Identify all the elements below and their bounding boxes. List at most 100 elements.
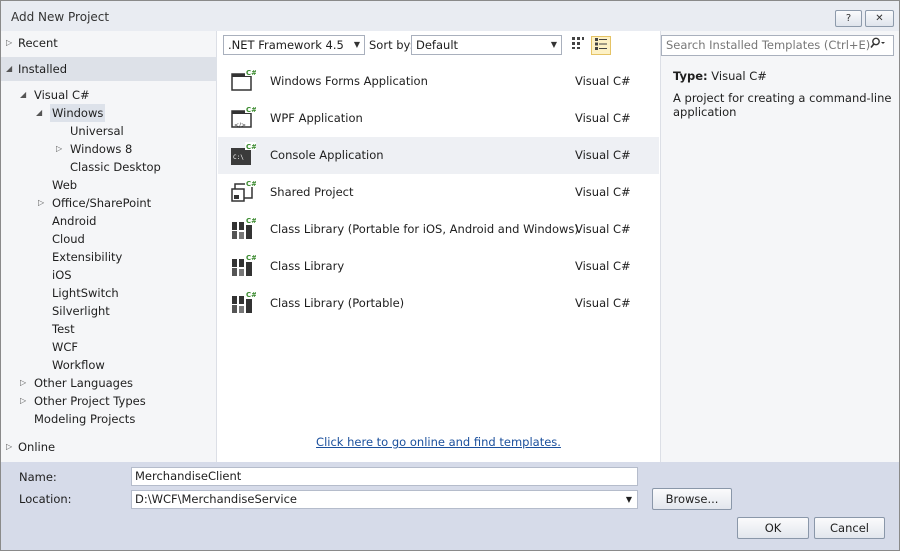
cancel-button[interactable]: Cancel [814,517,885,539]
framework-value: .NET Framework 4.5 [228,38,344,52]
tree-item-test[interactable]: Test [52,320,75,338]
tree-item-label: Test [52,322,75,336]
wpf-icon: </> C# [230,105,257,131]
tree-item-lightswitch[interactable]: LightSwitch [52,284,119,302]
template-row-wpf-application[interactable]: </> C# WPF Application Visual C# [218,100,659,137]
online-label: Online [18,440,56,454]
small-icons-view-icon[interactable] [568,36,588,55]
template-row-class-library-portable-for-ios-android-and-windows[interactable]: C# Class Library (Portable for iOS, Andro… [218,211,659,248]
tree-item-visual-c-[interactable]: ◢ Visual C# [20,86,90,104]
tree-item-label: WCF [52,340,79,354]
svg-text:C#: C# [246,69,256,77]
tree-item-modeling-projects[interactable]: Modeling Projects [34,410,135,428]
tree-item-web[interactable]: Web [52,176,77,194]
console-icon: C:\ C# [230,142,257,168]
tree-item-android[interactable]: Android [52,212,96,230]
tree-item-ios[interactable]: iOS [52,266,72,284]
svg-text:</>: </> [234,122,246,129]
chevron-down-icon: ▼ [625,495,632,504]
tree-item-windows-8[interactable]: ▷ Windows 8 [56,140,132,158]
tree-item-label: Web [52,178,78,192]
sort-dropdown[interactable]: Default ▼ [411,35,562,55]
windows-forms-icon: C# [230,68,257,94]
svg-text:C#: C# [246,180,256,188]
template-language: Visual C# [575,259,631,273]
template-tree-panel: ▷ Recent ◢ Installed ◢ Visual C# ◢ Windows U… [1,31,217,462]
tree-item-classic-desktop[interactable]: Classic Desktop [70,158,161,176]
template-language: Visual C# [575,74,631,88]
tree-item-other-languages[interactable]: ▷ Other Languages [20,374,133,392]
tree-item-label: Workflow [52,358,105,372]
expand-arrow-icon[interactable]: ▷ [38,194,44,212]
recent-label: Recent [18,36,58,50]
help-button[interactable]: ? [835,10,862,27]
expand-arrow-icon[interactable]: ▷ [20,392,26,410]
tree-item-label: Cloud [52,232,85,246]
tree-item-label: Classic Desktop [70,160,161,174]
template-row-shared-project[interactable]: C# Shared Project Visual C# [218,174,659,211]
class-library-icon: C# [230,216,257,242]
template-row-console-application[interactable]: C:\ C# Console Application Visual C# [218,137,659,174]
tree-item-label: Modeling Projects [34,412,136,426]
framework-dropdown[interactable]: .NET Framework 4.5 ▼ [223,35,365,55]
name-label: Name: [19,470,57,484]
template-name: Windows Forms Application [270,74,428,88]
tree-item-extensibility[interactable]: Extensibility [52,248,122,266]
collapse-arrow-icon[interactable]: ◢ [36,104,42,122]
details-view-icon[interactable] [591,36,611,55]
tree-item-office-sharepoint[interactable]: ▷ Office/SharePoint [38,194,152,212]
browse-button[interactable]: Browse... [652,488,732,510]
search-icon[interactable] [869,36,885,55]
tree-item-workflow[interactable]: Workflow [52,356,105,374]
tree-item-label: Silverlight [52,304,110,318]
collapse-arrow-icon: ◢ [6,64,13,73]
template-language: Visual C# [575,296,631,310]
template-row-windows-forms-application[interactable]: C# Windows Forms Application Visual C# [218,63,659,100]
type-value: Visual C# [711,69,767,83]
tree-item-windows[interactable]: ◢ Windows [36,104,106,122]
template-name: Class Library [270,259,345,273]
ok-button[interactable]: OK [737,517,809,539]
expand-arrow-icon[interactable]: ▷ [56,140,62,158]
collapse-arrow-icon[interactable]: ◢ [20,86,26,104]
installed-section[interactable]: ◢ Installed [1,57,217,81]
tree-item-silverlight[interactable]: Silverlight [52,302,110,320]
tree-item-cloud[interactable]: Cloud [52,230,85,248]
find-templates-online-link[interactable]: Click here to go online and find templat… [218,435,659,449]
installed-label: Installed [18,62,67,76]
expand-arrow-icon: ▷ [6,38,13,47]
location-label: Location: [19,492,72,506]
chevron-down-icon: ▼ [353,40,360,49]
template-language: Visual C# [575,185,631,199]
tree-item-label: Visual C# [34,88,90,102]
template-name: Console Application [270,148,384,162]
type-label: Type: [673,69,708,83]
template-language: Visual C# [575,148,631,162]
template-row-class-library-portable[interactable]: C# Class Library (Portable) Visual C# [218,285,659,322]
tree-item-label: iOS [52,268,72,282]
tree-item-label: Windows [52,106,104,120]
svg-text:C#: C# [246,217,256,225]
sort-by-label: Sort by: [369,38,414,52]
template-name: Class Library (Portable) [270,296,405,310]
close-button[interactable]: ✕ [865,10,894,27]
project-name-input[interactable]: MerchandiseClient [131,467,638,486]
tree-item-label: Other Project Types [34,394,146,408]
template-details-panel: Search Installed Templates (Ctrl+E) Type… [660,31,899,462]
tree-item-label: Android [52,214,97,228]
tree-item-other-project-types[interactable]: ▷ Other Project Types [20,392,146,410]
online-section[interactable]: ▷ Online [1,436,217,458]
class-library-icon: C# [230,290,257,316]
tree-item-label: Office/SharePoint [52,196,152,210]
recent-section[interactable]: ▷ Recent [1,32,217,54]
template-list-panel: .NET Framework 4.5 ▼ Sort by: Default ▼ … [218,31,659,462]
expand-arrow-icon[interactable]: ▷ [20,374,26,392]
search-installed-templates-input[interactable]: Search Installed Templates (Ctrl+E) [661,35,894,56]
tree-item-wcf[interactable]: WCF [52,338,78,356]
tree-item-universal[interactable]: Universal [70,122,124,140]
template-row-class-library[interactable]: C# Class Library Visual C# [218,248,659,285]
chevron-down-icon: ▼ [550,40,557,49]
template-name: Shared Project [270,185,354,199]
description-text: A project for creating a command-line ap… [673,91,892,119]
location-dropdown[interactable]: D:\WCF\MerchandiseService ▼ [131,490,638,509]
